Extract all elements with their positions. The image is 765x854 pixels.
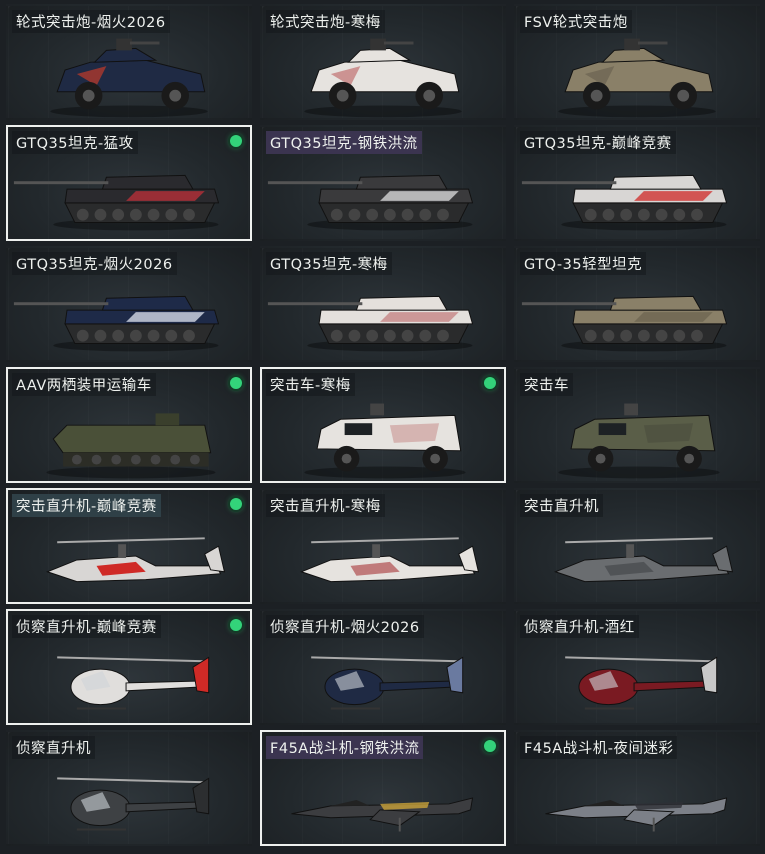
vehicle-card[interactable]: GTQ35坦克-钢铁洪流 [260, 125, 506, 241]
vehicle-image [8, 147, 250, 239]
vehicle-name: 侦察直升机 [12, 736, 95, 759]
vehicle-image [8, 26, 250, 118]
vehicle-name: GTQ-35轻型坦克 [520, 252, 647, 275]
vehicle-image [516, 147, 758, 239]
vehicle-name: 轮式突击炮-寒梅 [266, 10, 385, 33]
vehicle-name: 侦察直升机-酒红 [520, 615, 639, 638]
vehicle-card[interactable]: 轮式突击炮-寒梅 [260, 4, 506, 120]
vehicle-image [516, 631, 758, 723]
vehicle-card[interactable]: FSV轮式突击炮 [514, 4, 760, 120]
vehicle-card[interactable]: F45A战斗机-夜间迷彩 [514, 730, 760, 846]
vehicle-name: GTQ35坦克-巅峰竞赛 [520, 131, 676, 154]
vehicle-image [8, 389, 250, 481]
vehicle-image [262, 752, 504, 844]
vehicle-image [262, 268, 504, 360]
vehicle-card[interactable]: GTQ35坦克-巅峰竞赛 [514, 125, 760, 241]
vehicle-image [8, 510, 250, 602]
vehicle-name: 突击直升机 [520, 494, 603, 517]
vehicle-name: GTQ35坦克-烟火2026 [12, 252, 177, 275]
vehicle-card[interactable]: 侦察直升机-烟火2026 [260, 609, 506, 725]
vehicle-card[interactable]: 突击直升机 [514, 488, 760, 604]
equipped-indicator-icon [484, 377, 496, 389]
vehicle-card[interactable]: AAV两栖装甲运输车 [6, 367, 252, 483]
vehicle-name: GTQ35坦克-猛攻 [12, 131, 138, 154]
vehicle-name: GTQ35坦克-寒梅 [266, 252, 392, 275]
vehicle-image [262, 389, 504, 481]
equipped-indicator-icon [230, 135, 242, 147]
vehicle-card[interactable]: GTQ35坦克-烟火2026 [6, 246, 252, 362]
vehicle-name: 轮式突击炮-烟火2026 [12, 10, 170, 33]
vehicle-image [262, 147, 504, 239]
vehicle-card[interactable]: 侦察直升机-巅峰竞赛 [6, 609, 252, 725]
vehicle-card[interactable]: GTQ35坦克-寒梅 [260, 246, 506, 362]
vehicle-name: AAV两栖装甲运输车 [12, 373, 156, 396]
vehicle-card[interactable]: GTQ-35轻型坦克 [514, 246, 760, 362]
vehicle-image [262, 510, 504, 602]
vehicle-card[interactable]: 突击车 [514, 367, 760, 483]
vehicle-image [516, 752, 758, 844]
vehicle-image [8, 268, 250, 360]
vehicle-name: F45A战斗机-夜间迷彩 [520, 736, 678, 759]
vehicle-image [8, 752, 250, 844]
vehicle-card[interactable]: 突击直升机-寒梅 [260, 488, 506, 604]
equipped-indicator-icon [230, 619, 242, 631]
vehicle-name: 突击直升机-寒梅 [266, 494, 385, 517]
vehicle-name: 突击车-寒梅 [266, 373, 355, 396]
vehicle-card[interactable]: 侦察直升机-酒红 [514, 609, 760, 725]
vehicle-name: GTQ35坦克-钢铁洪流 [266, 131, 422, 154]
vehicle-image [516, 268, 758, 360]
vehicle-skin-grid: 轮式突击炮-烟火2026 轮式突击炮-寒梅 FSV轮式突击炮 GTQ35坦克-猛… [0, 0, 765, 854]
equipped-indicator-icon [230, 498, 242, 510]
vehicle-name: 突击直升机-巅峰竞赛 [12, 494, 161, 517]
vehicle-name: 侦察直升机-烟火2026 [266, 615, 424, 638]
vehicle-image [262, 26, 504, 118]
vehicle-name: F45A战斗机-钢铁洪流 [266, 736, 424, 759]
vehicle-image [262, 631, 504, 723]
vehicle-image [8, 631, 250, 723]
vehicle-image [516, 510, 758, 602]
vehicle-name: 突击车 [520, 373, 573, 396]
vehicle-card[interactable]: 轮式突击炮-烟火2026 [6, 4, 252, 120]
vehicle-card[interactable]: 突击直升机-巅峰竞赛 [6, 488, 252, 604]
vehicle-name: 侦察直升机-巅峰竞赛 [12, 615, 161, 638]
vehicle-card[interactable]: F45A战斗机-钢铁洪流 [260, 730, 506, 846]
vehicle-card[interactable]: GTQ35坦克-猛攻 [6, 125, 252, 241]
vehicle-card[interactable]: 侦察直升机 [6, 730, 252, 846]
vehicle-card[interactable]: 突击车-寒梅 [260, 367, 506, 483]
equipped-indicator-icon [484, 740, 496, 752]
vehicle-name: FSV轮式突击炮 [520, 10, 632, 33]
vehicle-image [516, 389, 758, 481]
equipped-indicator-icon [230, 377, 242, 389]
vehicle-image [516, 26, 758, 118]
